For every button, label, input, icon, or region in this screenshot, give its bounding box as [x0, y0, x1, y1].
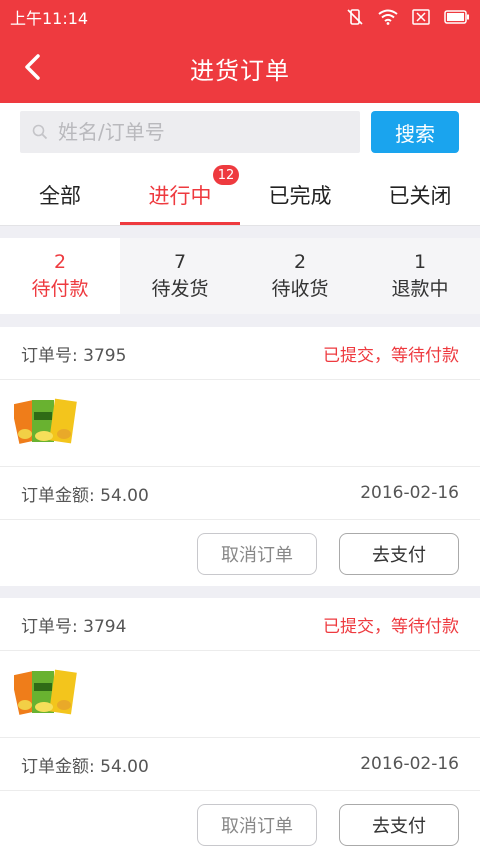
search-field[interactable] [20, 111, 360, 153]
order-actions: 取消订单 去支付 [0, 791, 480, 857]
product-thumbnail [14, 669, 77, 715]
tab-closed[interactable]: 已关闭 [360, 165, 480, 225]
vibrate-off-icon [347, 8, 363, 25]
filter-count: 2 [293, 251, 307, 273]
cancel-order-button[interactable]: 取消订单 [197, 804, 317, 846]
filter-label: 待收货 [271, 278, 329, 300]
pay-button[interactable]: 去支付 [339, 533, 459, 575]
order-amount: 订单金额: 54.00 [21, 485, 149, 506]
order-summary: 订单金额: 54.00 2016-02-16 [0, 738, 480, 791]
page-title: 进货订单 [190, 56, 290, 85]
order-number: 订单号: 3795 [21, 345, 127, 366]
tab-label: 全部 [39, 184, 81, 208]
tab-label: 进行中 [148, 184, 212, 208]
order-status: 已提交，等待付款 [323, 616, 459, 637]
filter-pending-payment[interactable]: 2 待付款 [0, 238, 120, 314]
filter-count: 2 [53, 251, 67, 273]
order-header: 订单号: 3794 已提交，等待付款 [0, 598, 480, 651]
filter-label: 退款中 [391, 278, 449, 300]
filter-count: 7 [173, 251, 187, 273]
order-header: 订单号: 3795 已提交，等待付款 [0, 327, 480, 380]
status-time: 上午11:14 [10, 8, 89, 28]
order-date: 2016-02-16 [360, 754, 459, 774]
filter-label: 待付款 [31, 278, 89, 300]
filter-label: 待发货 [151, 278, 209, 300]
order-date: 2016-02-16 [360, 483, 459, 503]
filter-pending-receipt[interactable]: 2 待收货 [240, 238, 360, 314]
filter-refunding[interactable]: 1 退款中 [360, 238, 480, 314]
wifi-icon [378, 9, 398, 25]
order-actions: 取消订单 去支付 [0, 520, 480, 586]
product-thumbnail [14, 398, 77, 444]
order-products[interactable] [0, 651, 480, 738]
search-bar: 搜索 [0, 103, 480, 165]
status-filter-bar: 2 待付款 7 待发货 2 待收货 1 退款中 [0, 238, 480, 314]
order-number: 订单号: 3794 [21, 616, 127, 637]
back-button[interactable] [14, 49, 50, 85]
search-button[interactable]: 搜索 [371, 111, 459, 153]
pay-button[interactable]: 去支付 [339, 804, 459, 846]
order-tabs: 全部 进行中 12 已完成 已关闭 [0, 165, 480, 226]
order-amount: 订单金额: 54.00 [21, 756, 149, 777]
tab-label: 已关闭 [388, 184, 452, 208]
status-icons [346, 8, 470, 26]
filter-count: 1 [413, 251, 427, 273]
search-icon [32, 124, 48, 140]
tab-label: 已完成 [268, 184, 332, 208]
filter-pending-shipment[interactable]: 7 待发货 [120, 238, 240, 314]
order-status: 已提交，等待付款 [323, 345, 459, 366]
order-card[interactable]: 订单号: 3795 已提交，等待付款 订单金额: 54.00 2016-02-1… [0, 327, 480, 586]
count-badge: 12 [213, 165, 239, 185]
cancel-order-button[interactable]: 取消订单 [197, 533, 317, 575]
tab-all[interactable]: 全部 [0, 165, 120, 225]
tab-completed[interactable]: 已完成 [240, 165, 360, 225]
app-header: 进货订单 [0, 33, 480, 103]
chevron-left-icon [25, 54, 40, 80]
search-input[interactable] [56, 119, 340, 145]
order-card[interactable]: 订单号: 3794 已提交，等待付款 订单金额: 54.00 2016-02-1… [0, 598, 480, 857]
status-bar: 上午11:14 [0, 0, 480, 33]
order-products[interactable] [0, 380, 480, 467]
order-summary: 订单金额: 54.00 2016-02-16 [0, 467, 480, 520]
battery-icon [444, 9, 469, 24]
no-sim-icon [412, 8, 430, 25]
tab-in-progress[interactable]: 进行中 12 [120, 165, 240, 225]
